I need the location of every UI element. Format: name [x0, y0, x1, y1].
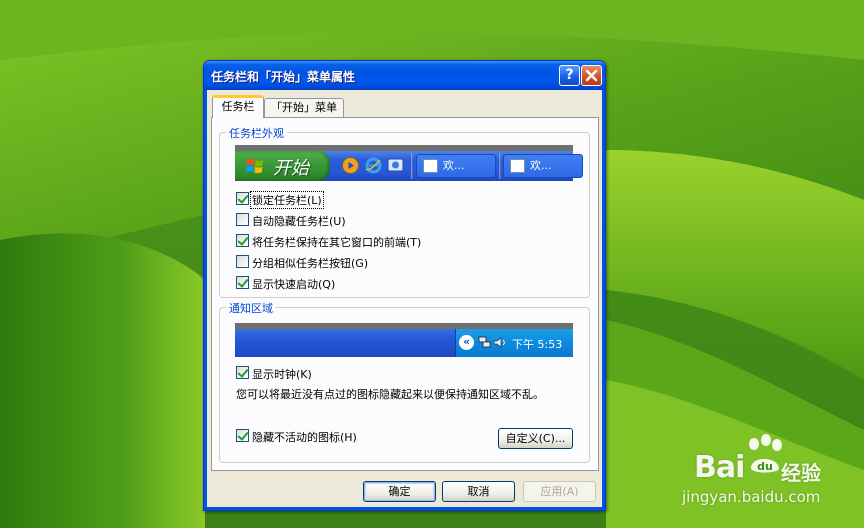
- checkbox-box[interactable]: [236, 234, 249, 247]
- window-border-left: [204, 90, 207, 510]
- checkbox-box[interactable]: [236, 255, 249, 268]
- taskbar-task-button: 欢...: [503, 154, 583, 178]
- checkbox-box[interactable]: [236, 192, 249, 205]
- taskbar-preview: 开始 欢... 欢...: [235, 145, 583, 181]
- watermark-url: jingyan.baidu.com: [682, 488, 821, 506]
- tab-start-menu-label: 「开始」菜单: [271, 101, 337, 114]
- media-player-icon: [342, 157, 359, 174]
- notification-area-label: 通知区域: [226, 300, 276, 316]
- svg-text:du: du: [757, 460, 773, 473]
- apply-button[interactable]: 应用(A): [523, 481, 596, 502]
- window-border-bottom: [204, 507, 605, 510]
- cancel-button[interactable]: 取消: [442, 481, 515, 502]
- checkbox-box[interactable]: [236, 429, 249, 442]
- close-button[interactable]: [581, 65, 602, 86]
- task-label: 欢...: [443, 159, 465, 172]
- checkbox-label: 显示时钟(K): [252, 368, 312, 381]
- checkbox-label: 锁定任务栏(L): [250, 191, 324, 209]
- start-button-preview: 开始: [235, 151, 330, 181]
- document-icon: [510, 159, 525, 173]
- tab-start-menu[interactable]: 「开始」菜单: [264, 98, 344, 118]
- tab-taskbar[interactable]: 任务栏: [212, 95, 264, 118]
- taskbar-properties-window: 任务栏和「开始」菜单属性 ? 任务栏 「开始」菜单 任务栏外观 开始 欢... …: [203, 60, 606, 511]
- watermark-brand: Bai: [694, 450, 745, 485]
- taskbar-appearance-label: 任务栏外观: [226, 125, 287, 141]
- task-label: 欢...: [530, 159, 552, 172]
- baidu-jingyan-watermark: Bai du 经验 jingyan.baidu.com: [664, 434, 824, 520]
- checkbox-label: 自动隐藏任务栏(U): [252, 215, 346, 228]
- window-title: 任务栏和「开始」菜单属性: [211, 70, 356, 84]
- notification-info-text: 您可以将最近没有点过的图标隐藏起来以便保持通知区域不乱。: [236, 388, 544, 401]
- document-icon: [423, 159, 438, 173]
- tray-clock: 下午 5:53: [512, 338, 563, 351]
- network-icon: [478, 336, 491, 348]
- checkbox-label: 分组相似任务栏按钮(G): [252, 257, 369, 270]
- help-icon: ?: [565, 67, 574, 83]
- windows-logo-icon: [246, 158, 263, 174]
- checkbox-label: 将任务栏保持在其它窗口的前端(T): [252, 236, 422, 249]
- chevron-left-icon: «: [459, 335, 474, 350]
- show-desktop-icon: [387, 158, 404, 172]
- taskbar-separator: [499, 153, 501, 179]
- watermark-brand2: 经验: [781, 461, 821, 485]
- notification-area-preview: « 下午 5:53: [235, 323, 573, 357]
- start-label: 开始: [273, 158, 309, 179]
- ok-button[interactable]: 确定: [363, 481, 436, 502]
- window-border-right: [602, 90, 605, 510]
- close-icon: [585, 69, 598, 82]
- customize-button[interactable]: 自定义(C)...: [498, 428, 573, 449]
- tray-area: « 下午 5:53: [455, 329, 573, 357]
- help-button[interactable]: ?: [559, 65, 580, 86]
- checkbox-label: 隐藏不活动的图标(H): [252, 431, 357, 444]
- checkbox-box[interactable]: [236, 276, 249, 289]
- internet-explorer-icon: [365, 157, 382, 174]
- checkbox-box[interactable]: [236, 366, 249, 379]
- title-bar[interactable]: 任务栏和「开始」菜单属性 ?: [204, 61, 605, 90]
- checkbox-box[interactable]: [236, 213, 249, 226]
- taskbar-task-button: 欢...: [416, 154, 496, 178]
- volume-icon: [493, 337, 505, 348]
- checkbox-label: 显示快速启动(Q): [252, 278, 336, 291]
- taskbar-separator: [411, 153, 413, 179]
- tab-taskbar-label: 任务栏: [221, 100, 255, 113]
